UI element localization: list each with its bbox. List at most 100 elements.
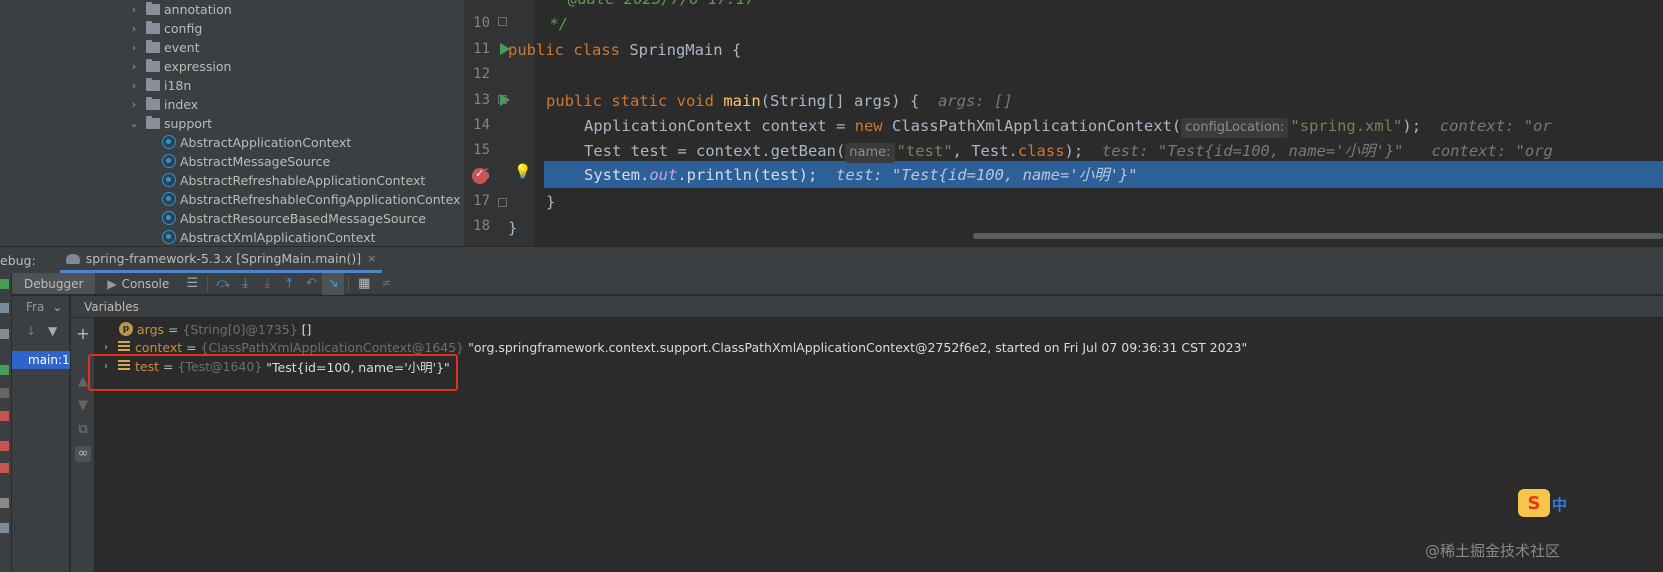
- rerun-icon[interactable]: [0, 279, 9, 289]
- tree-class-item[interactable]: AbstractApplicationContext: [162, 132, 351, 152]
- tab-debugger[interactable]: Debugger: [12, 273, 96, 294]
- input-method-label[interactable]: 中: [1552, 494, 1567, 515]
- chevron-right-icon[interactable]: ›: [100, 342, 112, 353]
- console-icon: ▶: [107, 276, 117, 291]
- folder-icon: [146, 20, 160, 34]
- filter-icon[interactable]: ▼: [48, 324, 57, 338]
- frames-pane: Fra ⌄ ↓ ▼ main:16: [12, 296, 70, 572]
- string-literal: "spring.xml": [1290, 117, 1403, 135]
- chevron-right-icon[interactable]: ›: [128, 41, 140, 54]
- chevron-right-icon[interactable]: ›: [128, 98, 140, 111]
- tree-folder-i18n[interactable]: › i18n: [128, 75, 191, 95]
- tree-class-item[interactable]: AbstractMessageSource: [162, 151, 330, 171]
- keyword: new: [854, 117, 883, 135]
- variable-value: []: [301, 321, 312, 337]
- folder-label: event: [164, 39, 200, 55]
- folder-label: expression: [164, 58, 232, 74]
- trace-stream-icon[interactable]: ≠: [375, 273, 397, 295]
- tree-folder-annotation[interactable]: › annotation: [128, 0, 232, 19]
- camera-icon[interactable]: [0, 498, 9, 508]
- fold-icon[interactable]: [498, 17, 507, 26]
- tree-class-item[interactable]: AbstractResourceBasedMessageSource: [162, 208, 426, 228]
- horizontal-scrollbar[interactable]: [973, 233, 1663, 239]
- chevron-down-icon[interactable]: ⌄: [128, 117, 140, 130]
- add-watch-icon[interactable]: +: [75, 324, 91, 343]
- menu-icon[interactable]: ☰: [181, 273, 203, 295]
- move-down-icon[interactable]: ▼: [75, 398, 91, 414]
- code-line-17: }: [546, 193, 556, 211]
- variable-row-args[interactable]: p args = {String[0]@1735} []: [96, 319, 311, 339]
- code-line-9: * @date 2023/7/6 17:17: [540, 0, 754, 13]
- tree-folder-config[interactable]: › config: [128, 18, 202, 38]
- equals-sign: =: [182, 339, 201, 355]
- glasses-icon[interactable]: ∞: [75, 446, 91, 462]
- debug-side-toolbar: [0, 273, 12, 572]
- parameter-icon: p: [119, 322, 133, 336]
- tree-folder-expression[interactable]: › expression: [128, 56, 231, 76]
- class-label: AbstractXmlApplicationContext: [180, 229, 376, 245]
- mute-breakpoints-icon[interactable]: [0, 463, 9, 473]
- pause-icon[interactable]: [0, 388, 9, 398]
- resume-icon[interactable]: [0, 365, 9, 375]
- folder-label: index: [164, 96, 199, 112]
- class-icon: [162, 135, 176, 149]
- code-text: ClassPathXmlApplicationContext(: [882, 117, 1182, 135]
- arrow-down-icon[interactable]: ↓: [26, 324, 36, 338]
- run-to-cursor-icon[interactable]: ↘: [322, 272, 345, 295]
- step-into-icon[interactable]: ⤓: [234, 273, 256, 295]
- breakpoint-icon[interactable]: [472, 167, 488, 184]
- folder-icon: [146, 58, 160, 72]
- debug-session-tab[interactable]: spring-framework-5.3.x [SpringMain.main(…: [59, 247, 383, 273]
- chevron-down-icon[interactable]: ⌄: [52, 300, 62, 314]
- keyword: public class: [508, 41, 620, 59]
- chevron-right-icon[interactable]: ›: [128, 60, 140, 73]
- close-icon[interactable]: ×: [367, 252, 376, 265]
- fold-icon[interactable]: [498, 95, 507, 104]
- tree-folder-index[interactable]: › index: [128, 94, 198, 114]
- code-text: .println(test);: [677, 166, 818, 184]
- class-icon: [162, 230, 176, 244]
- chevron-right-icon[interactable]: ›: [128, 3, 140, 16]
- code-line-11: public class SpringMain {: [508, 37, 741, 64]
- settings-icon[interactable]: [0, 303, 9, 313]
- force-step-into-icon[interactable]: ⤓: [256, 273, 278, 295]
- step-over-icon[interactable]: ⤼: [212, 273, 234, 295]
- copy-icon[interactable]: ⧉: [75, 422, 91, 438]
- step-out-icon[interactable]: ⤒: [278, 273, 300, 295]
- tree-folder-support[interactable]: ⌄ support: [128, 113, 212, 133]
- chevron-right-icon[interactable]: ›: [128, 79, 140, 92]
- fold-icon[interactable]: [498, 198, 507, 207]
- drop-frame-icon[interactable]: ↶: [300, 273, 322, 295]
- code-editor[interactable]: 10 11 12 13 14 15 16 17 18 💡 * @date 202…: [464, 0, 1663, 255]
- ime-glyph: S: [1527, 492, 1541, 514]
- tree-class-item[interactable]: AbstractRefreshableApplicationContext: [162, 170, 425, 190]
- view-breakpoints-icon[interactable]: [0, 441, 9, 451]
- folder-label: support: [164, 115, 212, 131]
- class-label: AbstractRefreshableApplicationContext: [180, 172, 426, 188]
- code-line-15: Test test = context.getBean(name: "test",…: [584, 138, 1553, 165]
- inline-value-hint: test: "Test{id=100, name='小明'}": [1101, 142, 1404, 160]
- line-number: 17: [473, 193, 490, 209]
- tree-folder-event[interactable]: › event: [128, 37, 200, 57]
- code-text: , Test.: [952, 142, 1018, 160]
- method-name: main: [723, 92, 761, 110]
- code-text: (String[] args) {: [760, 92, 920, 110]
- stop-icon[interactable]: [0, 411, 9, 421]
- field-icon: [118, 341, 130, 353]
- tree-class-item[interactable]: AbstractXmlApplicationContext: [162, 227, 376, 247]
- tree-class-item[interactable]: AbstractRefreshableConfigApplicationCont…: [162, 189, 460, 209]
- settings-icon[interactable]: [0, 523, 9, 533]
- code-text: ApplicationContext context =: [584, 117, 855, 135]
- code-line-13: public static void main(String[] args) {…: [546, 88, 1013, 115]
- input-method-icon[interactable]: S: [1518, 489, 1550, 517]
- lightbulb-icon[interactable]: 💡: [514, 164, 531, 180]
- frame-item-selected[interactable]: main:16: [12, 351, 70, 369]
- tab-console[interactable]: ▶ Console: [95, 273, 181, 294]
- code-text: );: [1402, 117, 1422, 135]
- frames-header[interactable]: Fra ⌄: [12, 296, 69, 318]
- chevron-right-icon[interactable]: ›: [128, 22, 140, 35]
- inline-value-hint: context: "or: [1439, 117, 1552, 135]
- evaluate-expression-icon[interactable]: ▦: [353, 273, 375, 295]
- inline-value-hint: context: "org: [1431, 142, 1553, 160]
- search-icon[interactable]: [0, 329, 9, 339]
